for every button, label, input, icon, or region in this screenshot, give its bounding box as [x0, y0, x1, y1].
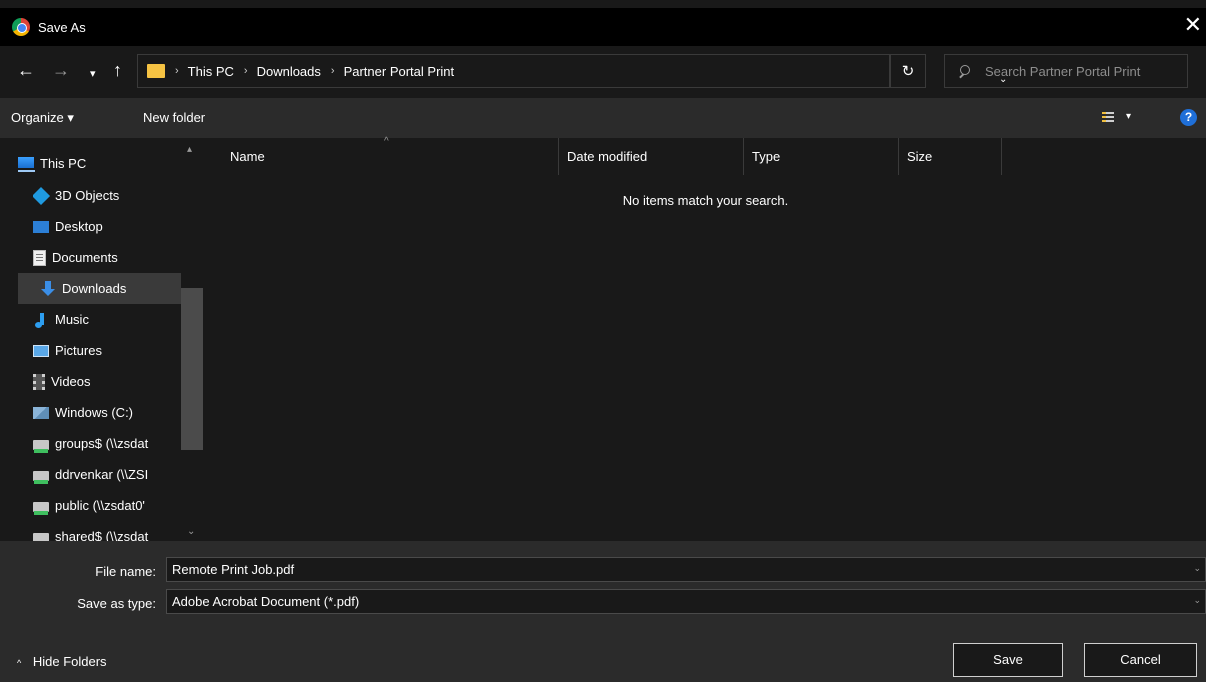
nav-scrollbar[interactable]: ▴ ⌄ [181, 138, 205, 541]
breadcrumb-this-pc[interactable]: This PC [188, 64, 234, 79]
nav-item-label: Windows (C:) [55, 405, 134, 420]
window-title: Save As [38, 19, 86, 35]
nav-item-label: shared$ (\\zsdat [55, 529, 149, 541]
back-arrow-icon[interactable]: ← [17, 60, 35, 80]
column-header-name[interactable]: Name [230, 138, 265, 175]
file-name-dropdown-chevron-icon[interactable]: ⌄ [1193, 563, 1201, 574]
download-arrow-icon [40, 280, 56, 297]
save-as-type-dropdown-chevron-icon[interactable]: ⌄ [1193, 595, 1201, 606]
file-name-combobox[interactable]: ⌄ [166, 557, 1206, 582]
refresh-icon: ↻ [901, 63, 915, 80]
column-divider[interactable] [558, 138, 559, 175]
cancel-button[interactable]: Cancel [1084, 643, 1197, 677]
file-name-label: File name: [95, 564, 156, 579]
nav-item-label: Documents [52, 250, 118, 265]
nav-item-label: Videos [51, 374, 91, 389]
network-drive-icon [33, 501, 49, 515]
new-folder-button[interactable]: New folder [143, 110, 205, 125]
documents-icon [33, 249, 46, 266]
close-icon[interactable]: ✕ [1184, 14, 1202, 36]
hide-folders-button[interactable]: ^ Hide Folders [17, 654, 107, 669]
3d-objects-icon [33, 186, 51, 205]
command-toolbar: Organize ▾ New folder ▾ ? [0, 98, 1206, 138]
save-as-type-value: Adobe Acrobat Document (*.pdf) [172, 594, 360, 609]
nav-item-pictures[interactable]: Pictures [33, 335, 181, 366]
nav-item-downloads[interactable]: Downloads [18, 273, 181, 304]
videos-icon [33, 373, 45, 390]
search-box[interactable] [944, 54, 1188, 88]
column-header-size[interactable]: Size [907, 138, 932, 175]
up-arrow-icon[interactable]: ↑ [113, 60, 122, 80]
nav-item-label: Desktop [55, 219, 103, 234]
save-as-type-label: Save as type: [77, 596, 156, 611]
column-header-date-modified[interactable]: Date modified [567, 138, 647, 175]
breadcrumb-downloads[interactable]: Downloads [257, 64, 321, 79]
file-name-input[interactable] [172, 562, 1152, 577]
column-header-type[interactable]: Type [752, 138, 780, 175]
nav-item-ddrvenkar-share[interactable]: ddrvenkar (\\ZSI [33, 459, 181, 490]
nav-item-label: This PC [40, 156, 87, 171]
music-note-icon [33, 312, 49, 328]
pictures-icon [33, 344, 49, 357]
column-divider[interactable] [1001, 138, 1002, 175]
chrome-icon [12, 18, 30, 36]
organize-menu-button[interactable]: Organize ▾ [11, 110, 74, 126]
nav-item-music[interactable]: Music [33, 304, 181, 335]
network-drive-icon [33, 532, 49, 541]
scroll-up-chevron-icon[interactable]: ▴ [187, 144, 192, 155]
network-drive-icon [33, 470, 49, 484]
nav-item-groups-share[interactable]: groups$ (\\zsdat [33, 428, 181, 459]
column-divider[interactable] [743, 138, 744, 175]
nav-item-this-pc[interactable]: This PC [18, 148, 181, 179]
change-view-button[interactable]: ▾ [1100, 111, 1140, 127]
save-as-type-select[interactable]: Adobe Acrobat Document (*.pdf) ⌄ [166, 589, 1206, 614]
address-bar[interactable]: › This PC › Downloads › Partner Portal P… [137, 54, 1007, 88]
desktop-icon [33, 220, 49, 233]
nav-item-label: groups$ (\\zsdat [55, 436, 149, 451]
hide-folders-label: Hide Folders [32, 654, 107, 669]
search-icon [958, 65, 970, 77]
help-icon[interactable]: ? [1180, 109, 1197, 126]
column-divider[interactable] [898, 138, 899, 175]
nav-item-label: ddrvenkar (\\ZSI [55, 467, 149, 482]
breadcrumb-separator-icon: › [175, 65, 179, 77]
navigation-pane: This PC 3D Objects Desktop Documents Dow… [0, 138, 205, 541]
scroll-down-chevron-icon[interactable]: ⌄ [187, 526, 195, 537]
computer-icon [18, 156, 35, 172]
sort-ascending-icon: ^ [384, 136, 389, 147]
details-view-icon [1102, 112, 1114, 124]
nav-item-label: Music [55, 312, 89, 327]
view-dropdown-chevron-icon: ▾ [1126, 111, 1132, 122]
nav-item-documents[interactable]: Documents [33, 242, 181, 273]
nav-item-public-share[interactable]: public (\\zsdat0' [33, 490, 181, 521]
save-as-dialog: Save As ✕ ← → ▾ ↑ › This PC › Downloads … [0, 0, 1206, 682]
nav-scrollbar-thumb[interactable] [181, 288, 203, 450]
address-row: ← → ▾ ↑ › This PC › Downloads › Partner … [0, 46, 1206, 98]
nav-item-label: 3D Objects [55, 188, 120, 203]
empty-state-message: No items match your search. [622, 193, 789, 208]
nav-item-label: Downloads [62, 281, 127, 296]
breadcrumb-separator-icon: › [330, 65, 335, 77]
breadcrumb-partner-portal-print[interactable]: Partner Portal Print [344, 64, 455, 79]
drive-icon [33, 406, 49, 419]
title-bar: Save As ✕ [0, 8, 1206, 46]
folder-icon [147, 64, 165, 78]
save-button[interactable]: Save [953, 643, 1063, 677]
file-list-pane: ^ Name Date modified Type Size No items … [205, 136, 1206, 541]
recent-locations-chevron-icon[interactable]: ▾ [90, 64, 96, 84]
nav-item-videos[interactable]: Videos [33, 366, 181, 397]
nav-item-windows-c[interactable]: Windows (C:) [33, 397, 181, 428]
search-input[interactable] [985, 63, 1175, 79]
refresh-button[interactable]: ↻ [890, 54, 926, 88]
network-drive-icon [33, 439, 49, 453]
nav-item-desktop[interactable]: Desktop [33, 211, 181, 242]
forward-arrow-icon[interactable]: → [52, 60, 70, 80]
nav-item-3d-objects[interactable]: 3D Objects [33, 180, 181, 211]
breadcrumb-separator-icon: › [243, 65, 248, 77]
chevron-up-icon: ^ [17, 658, 22, 668]
nav-item-label: Pictures [55, 343, 102, 358]
save-form-area: File name: ⌄ Save as type: Adobe Acrobat… [0, 541, 1206, 682]
nav-item-label: public (\\zsdat0' [55, 498, 145, 513]
nav-item-shared-share[interactable]: shared$ (\\zsdat [33, 521, 181, 541]
